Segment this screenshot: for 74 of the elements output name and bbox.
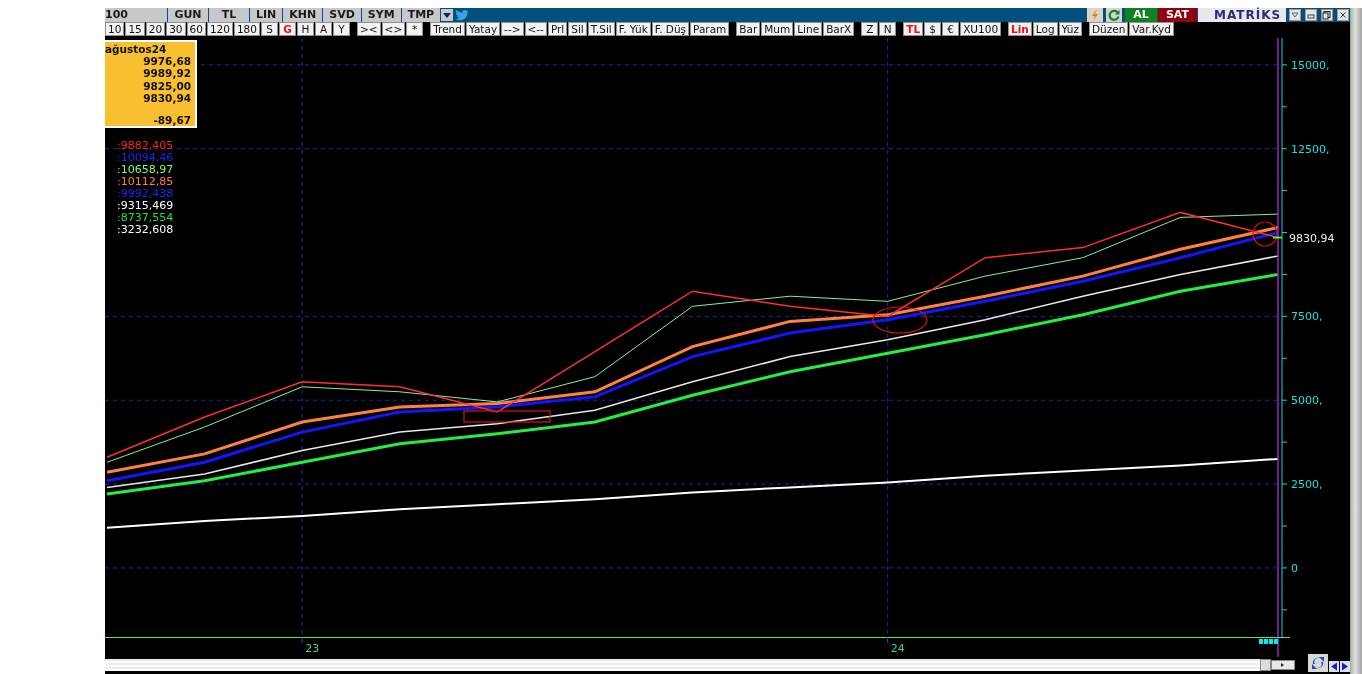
indicator-value: :3232,608 <box>117 224 174 236</box>
toolbar-button[interactable]: >< <box>356 22 381 36</box>
axis-label: 0 <box>1291 561 1298 575</box>
toolbar-button[interactable]: BarX <box>823 22 855 36</box>
price-label: 9830,94 <box>1289 231 1335 245</box>
toolbar-button[interactable]: Bar <box>736 22 761 36</box>
change-value: -89,67 <box>152 114 191 127</box>
toolbar-button[interactable]: Y <box>332 22 350 36</box>
toolbar-button[interactable]: KHN <box>283 8 323 22</box>
toolbar-button[interactable]: TMP <box>401 8 441 22</box>
indicator-value: :8737,554 <box>117 212 174 224</box>
toolbar-button[interactable]: --> <box>501 22 524 36</box>
axis-label: 7500, <box>1291 310 1323 324</box>
toolbar-button[interactable]: 20 <box>145 22 166 36</box>
price-value: 9976,68 <box>142 55 191 68</box>
toolbar-button[interactable]: Z <box>861 22 879 36</box>
toolbar-button[interactable]: TL <box>903 22 924 36</box>
toolbar-button[interactable]: <-- <box>524 22 547 36</box>
toolbar-button[interactable]: 15 <box>125 22 145 36</box>
toolbar-button[interactable]: Var.Kyd <box>1129 22 1174 36</box>
price-value: 9830,94 <box>142 91 191 105</box>
toolbar-button[interactable]: SVD <box>323 8 361 22</box>
toolbar-button[interactable]: Line <box>794 22 823 36</box>
axis-label: 5000, <box>1291 394 1323 408</box>
toolbar-button[interactable]: LIN <box>250 8 283 22</box>
toolbar-button[interactable]: Yatay <box>465 22 501 36</box>
toolbar-button[interactable]: Düzen <box>1089 22 1129 36</box>
toolbar-button[interactable]: * <box>406 22 424 36</box>
toolbar-button[interactable]: 120 <box>206 22 233 36</box>
axis-label: 23 <box>305 642 320 655</box>
toolbar-button[interactable]: 10 <box>105 22 125 36</box>
trade-button[interactable]: AL <box>1124 8 1157 22</box>
toolbar-button[interactable]: <> <box>381 22 406 36</box>
axis-label: 2500, <box>1291 478 1323 492</box>
toolbar-button[interactable]: Sil <box>568 22 587 36</box>
toolbar-button[interactable]: G <box>278 22 296 36</box>
date-label: ağustos24 <box>105 43 168 55</box>
toolbar-button[interactable]: H <box>296 22 314 36</box>
toolbar-button[interactable]: A <box>314 22 332 36</box>
trade-button[interactable]: SAT <box>1157 8 1197 22</box>
indicator-value: :10112,85 <box>117 176 174 188</box>
indicator-value: :9992,438 <box>117 188 174 200</box>
toolbar-button[interactable]: SYM <box>361 8 401 22</box>
toolbar-button[interactable]: Yüz <box>1058 22 1082 36</box>
price-value: 9989,92 <box>142 67 191 80</box>
toolbar-button[interactable]: Mum <box>761 22 794 36</box>
toolbar-button[interactable]: F. Yük <box>615 22 651 36</box>
indicator-value: :9315,469 <box>117 200 174 212</box>
toolbar-button[interactable]: Lin <box>1008 22 1032 36</box>
toolbar-button[interactable]: 60 <box>186 22 206 36</box>
toolbar-button[interactable]: Prl <box>547 22 568 36</box>
toolbar-button[interactable]: 30 <box>166 22 186 36</box>
indicator-value: :10094,46 <box>117 152 174 164</box>
toolbar-button[interactable]: TL <box>209 8 249 22</box>
toolbar-button[interactable]: $ <box>924 22 942 36</box>
axis-label: 24 <box>890 642 905 655</box>
toolbar-button[interactable]: Log <box>1032 22 1058 36</box>
price-value: 9825,00 <box>142 79 191 92</box>
indicator-value: :9882,405 <box>117 140 174 152</box>
toolbar-button[interactable]: Trend <box>430 22 465 36</box>
axis-label: 12500, <box>1291 142 1330 156</box>
toolbar-button[interactable]: Param <box>690 22 730 36</box>
indicator-value: :10658,97 <box>117 164 174 176</box>
toolbar-button[interactable]: XU100 <box>960 22 1002 36</box>
toolbar-button[interactable]: GUN <box>168 8 208 22</box>
toolbar-button[interactable]: T.Sil <box>587 22 615 36</box>
toolbar-button[interactable]: N <box>879 22 897 36</box>
logo: MATRİKS <box>1198 8 1286 22</box>
toolbar-button[interactable]: 180 <box>233 22 260 36</box>
toolbar-button[interactable]: S <box>260 22 278 36</box>
toolbar-button[interactable]: € <box>942 22 960 36</box>
toolbar-button[interactable]: 100 <box>105 8 167 22</box>
axis-label: 15000, <box>1291 58 1330 72</box>
toolbar-button[interactable]: F. Düş <box>651 22 690 36</box>
